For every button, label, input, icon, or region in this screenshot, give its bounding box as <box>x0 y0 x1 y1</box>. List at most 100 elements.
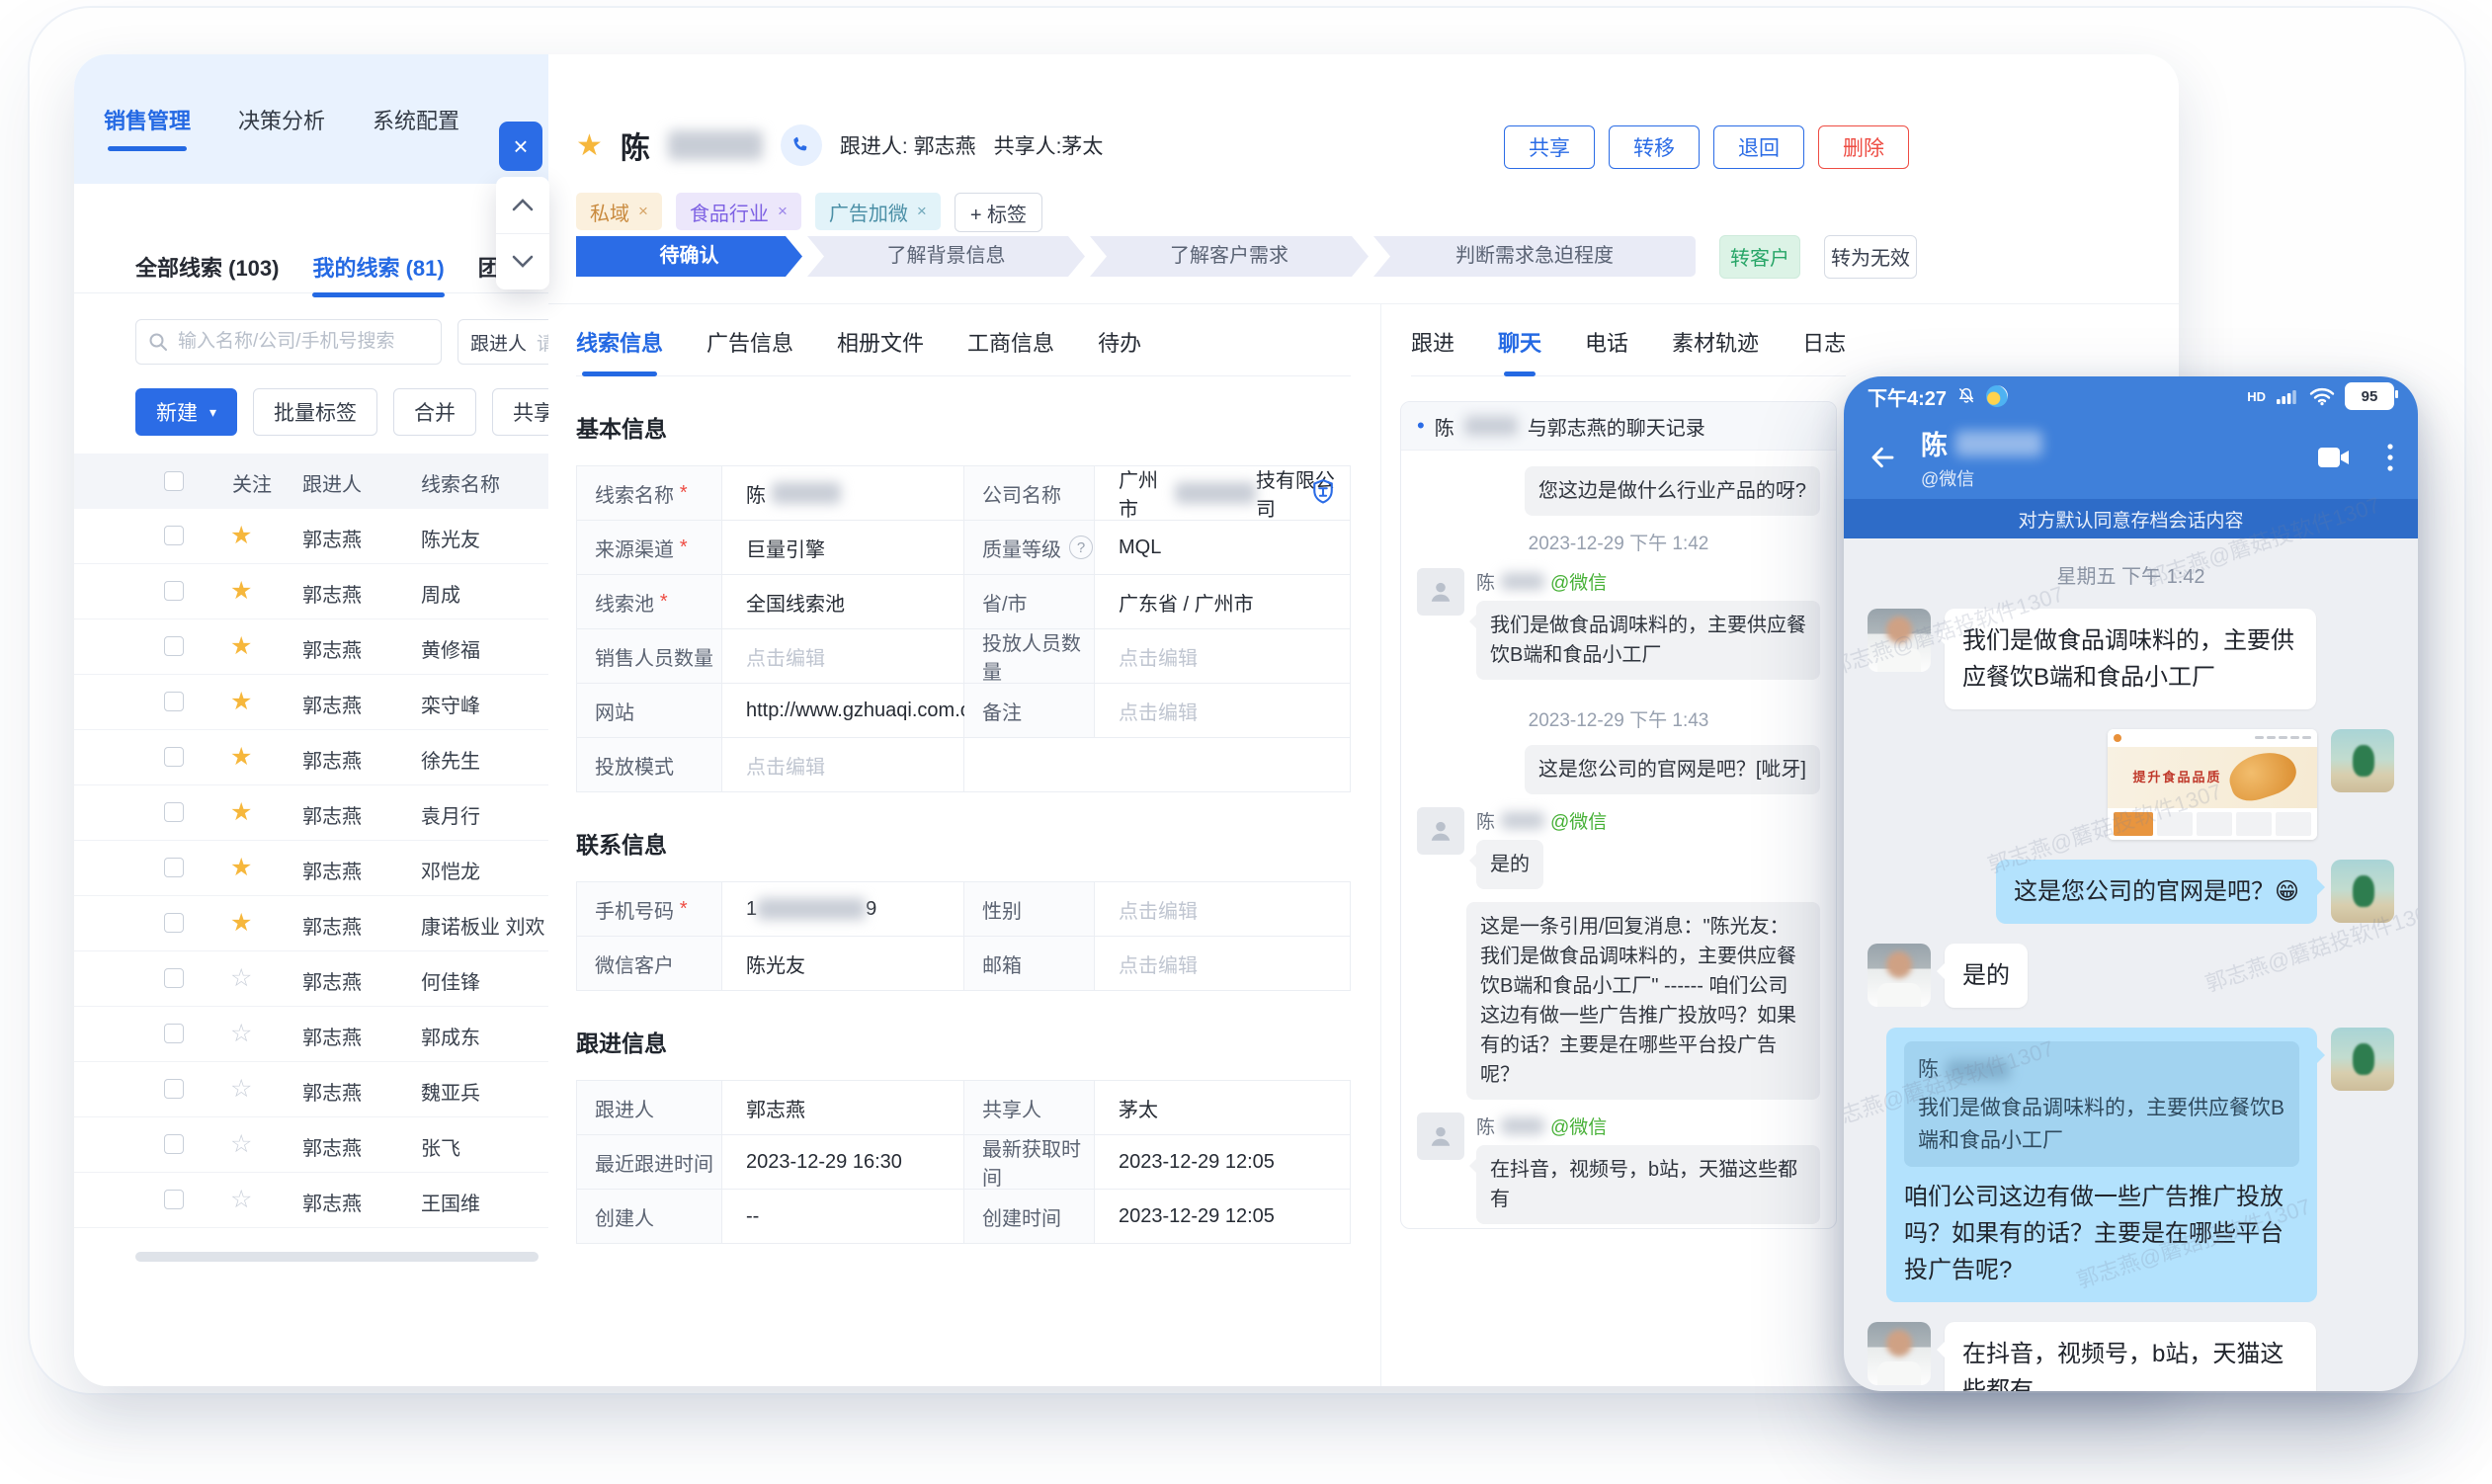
select-all-checkbox[interactable] <box>164 471 184 491</box>
table-row[interactable]: ★郭志燕周成 <box>74 564 548 619</box>
tab-business-info[interactable]: 工商信息 <box>967 326 1054 358</box>
table-row[interactable]: ☆郭志燕魏亚兵 <box>74 1062 548 1117</box>
search-input[interactable] <box>135 319 442 365</box>
field-value[interactable]: 19 <box>722 882 964 936</box>
field-value[interactable]: http://www.gzhuaqi.com.cn/ <box>722 684 964 737</box>
chevron-up-icon[interactable] <box>496 177 549 234</box>
star-icon[interactable]: ☆ <box>230 963 252 993</box>
table-row[interactable]: ☆郭志燕郭成东 <box>74 1007 548 1062</box>
table-row[interactable]: ★郭志燕邓恺龙 <box>74 841 548 896</box>
field-value-editable[interactable]: 点击编辑 <box>722 738 964 791</box>
row-checkbox[interactable] <box>164 1190 184 1209</box>
tab-my-leads[interactable]: 我的线索 (81) <box>312 251 444 283</box>
tag-close-icon[interactable]: × <box>917 202 927 221</box>
add-tag-button[interactable]: + 标签 <box>955 193 1042 232</box>
table-row[interactable]: ☆郭志燕王国维 <box>74 1173 548 1228</box>
website-screenshot[interactable]: 提升食品品质 <box>2108 729 2317 840</box>
row-checkbox[interactable] <box>164 802 184 822</box>
tab-log[interactable]: 日志 <box>1802 326 1846 358</box>
star-icon[interactable]: ★ <box>576 128 603 163</box>
tab-all-leads[interactable]: 全部线索 (103) <box>135 251 279 283</box>
tag-ad-wechat[interactable]: 广告加微× <box>815 193 941 230</box>
table-row[interactable]: ★郭志燕徐先生 <box>74 730 548 785</box>
table-row[interactable]: ★郭志燕袁月行 <box>74 785 548 841</box>
field-value[interactable]: 陈 <box>722 466 964 520</box>
stage-needs[interactable]: 了解客户需求 <box>1090 236 1369 277</box>
star-icon[interactable]: ★ <box>230 576 252 606</box>
table-row[interactable]: ☆郭志燕何佳锋 <box>74 951 548 1007</box>
row-checkbox[interactable] <box>164 1079 184 1099</box>
follower-filter-select[interactable]: 跟进人 请 <box>457 319 548 365</box>
video-call-icon[interactable] <box>2317 445 2351 470</box>
star-icon[interactable]: ★ <box>230 631 252 661</box>
tag-close-icon[interactable]: × <box>638 202 648 221</box>
field-value[interactable]: 全国线索池 <box>722 575 964 628</box>
stage-urgency[interactable]: 判断需求急迫程度 <box>1373 236 1696 277</box>
call-button[interactable] <box>781 124 822 166</box>
create-button[interactable]: 新建 ▾ <box>135 388 237 436</box>
row-checkbox[interactable] <box>164 526 184 545</box>
close-panel-button[interactable]: × <box>499 122 542 171</box>
field-value-editable[interactable]: 点击编辑 <box>1095 684 1350 737</box>
star-icon[interactable]: ☆ <box>230 1129 252 1159</box>
row-checkbox[interactable] <box>164 913 184 933</box>
tab-ad-info[interactable]: 广告信息 <box>706 326 793 358</box>
nav-item-analytics[interactable]: 决策分析 <box>238 104 325 135</box>
back-icon[interactable] <box>1868 443 1897 472</box>
field-value[interactable]: 广东省 / 广州市 <box>1095 575 1350 628</box>
tab-phone[interactable]: 电话 <box>1585 326 1628 358</box>
mark-invalid-button[interactable]: 转为无效 <box>1824 235 1917 279</box>
row-checkbox[interactable] <box>164 968 184 988</box>
batch-tag-button[interactable]: 批量标签 <box>253 388 377 436</box>
field-value[interactable]: 广州市技有限公司 <box>1095 466 1350 520</box>
row-checkbox[interactable] <box>164 1024 184 1043</box>
row-checkbox[interactable] <box>164 747 184 767</box>
horizontal-scrollbar[interactable] <box>135 1252 539 1262</box>
delete-button[interactable]: 删除 <box>1818 125 1909 169</box>
shield-icon[interactable] <box>1308 477 1338 507</box>
tab-album-files[interactable]: 相册文件 <box>837 326 924 358</box>
tag-close-icon[interactable]: × <box>778 202 788 221</box>
chat-record-header[interactable]: • 陈 与郭志燕的聊天记录 <box>1401 402 1836 451</box>
row-checkbox[interactable] <box>164 858 184 877</box>
field-value[interactable]: 陈光友 <box>722 937 964 990</box>
table-row[interactable]: ★郭志燕陈光友 <box>74 509 548 564</box>
table-row[interactable]: ★郭志燕康诺板业 刘欢 <box>74 896 548 951</box>
tag-food-industry[interactable]: 食品行业× <box>676 193 801 230</box>
field-value-editable[interactable]: 点击编辑 <box>1095 629 1350 683</box>
field-value[interactable]: 巨量引擎 <box>722 521 964 574</box>
field-value-editable[interactable]: 点击编辑 <box>1095 882 1350 936</box>
tab-follow[interactable]: 跟进 <box>1411 326 1454 358</box>
chevron-down-icon[interactable] <box>496 234 549 290</box>
star-icon[interactable]: ☆ <box>230 1074 252 1104</box>
share-lead-button[interactable]: 共享 <box>1504 125 1595 169</box>
row-checkbox[interactable] <box>164 581 184 601</box>
transfer-button[interactable]: 转移 <box>1609 125 1700 169</box>
more-icon[interactable] <box>2386 443 2394 472</box>
star-icon[interactable]: ☆ <box>230 1185 252 1214</box>
stage-background[interactable]: 了解背景信息 <box>807 236 1085 277</box>
star-icon[interactable]: ★ <box>230 521 252 550</box>
star-icon[interactable]: ★ <box>230 742 252 772</box>
help-icon[interactable]: ? <box>1069 536 1093 559</box>
row-checkbox[interactable] <box>164 692 184 711</box>
table-row[interactable]: ★郭志燕栾守峰 <box>74 675 548 730</box>
star-icon[interactable]: ★ <box>230 908 252 938</box>
tab-lead-info[interactable]: 线索信息 <box>576 326 663 358</box>
star-icon[interactable]: ☆ <box>230 1019 252 1048</box>
table-row[interactable]: ★郭志燕黄修福 <box>74 619 548 675</box>
field-value[interactable]: MQL <box>1095 521 1350 574</box>
table-row[interactable]: ☆郭志燕张飞 <box>74 1117 548 1173</box>
field-value-editable[interactable]: 点击编辑 <box>722 629 964 683</box>
star-icon[interactable]: ★ <box>230 797 252 827</box>
row-checkbox[interactable] <box>164 1134 184 1154</box>
merge-button[interactable]: 合并 <box>393 388 476 436</box>
tab-todo[interactable]: 待办 <box>1098 326 1141 358</box>
nav-item-settings[interactable]: 系统配置 <box>373 104 459 135</box>
return-button[interactable]: 退回 <box>1713 125 1804 169</box>
tab-chat[interactable]: 聊天 <box>1498 326 1541 358</box>
star-icon[interactable]: ★ <box>230 853 252 882</box>
field-value-editable[interactable]: 点击编辑 <box>1095 937 1350 990</box>
convert-customer-button[interactable]: 转客户 <box>1719 235 1800 279</box>
stage-pending[interactable]: 待确认 <box>576 236 802 277</box>
